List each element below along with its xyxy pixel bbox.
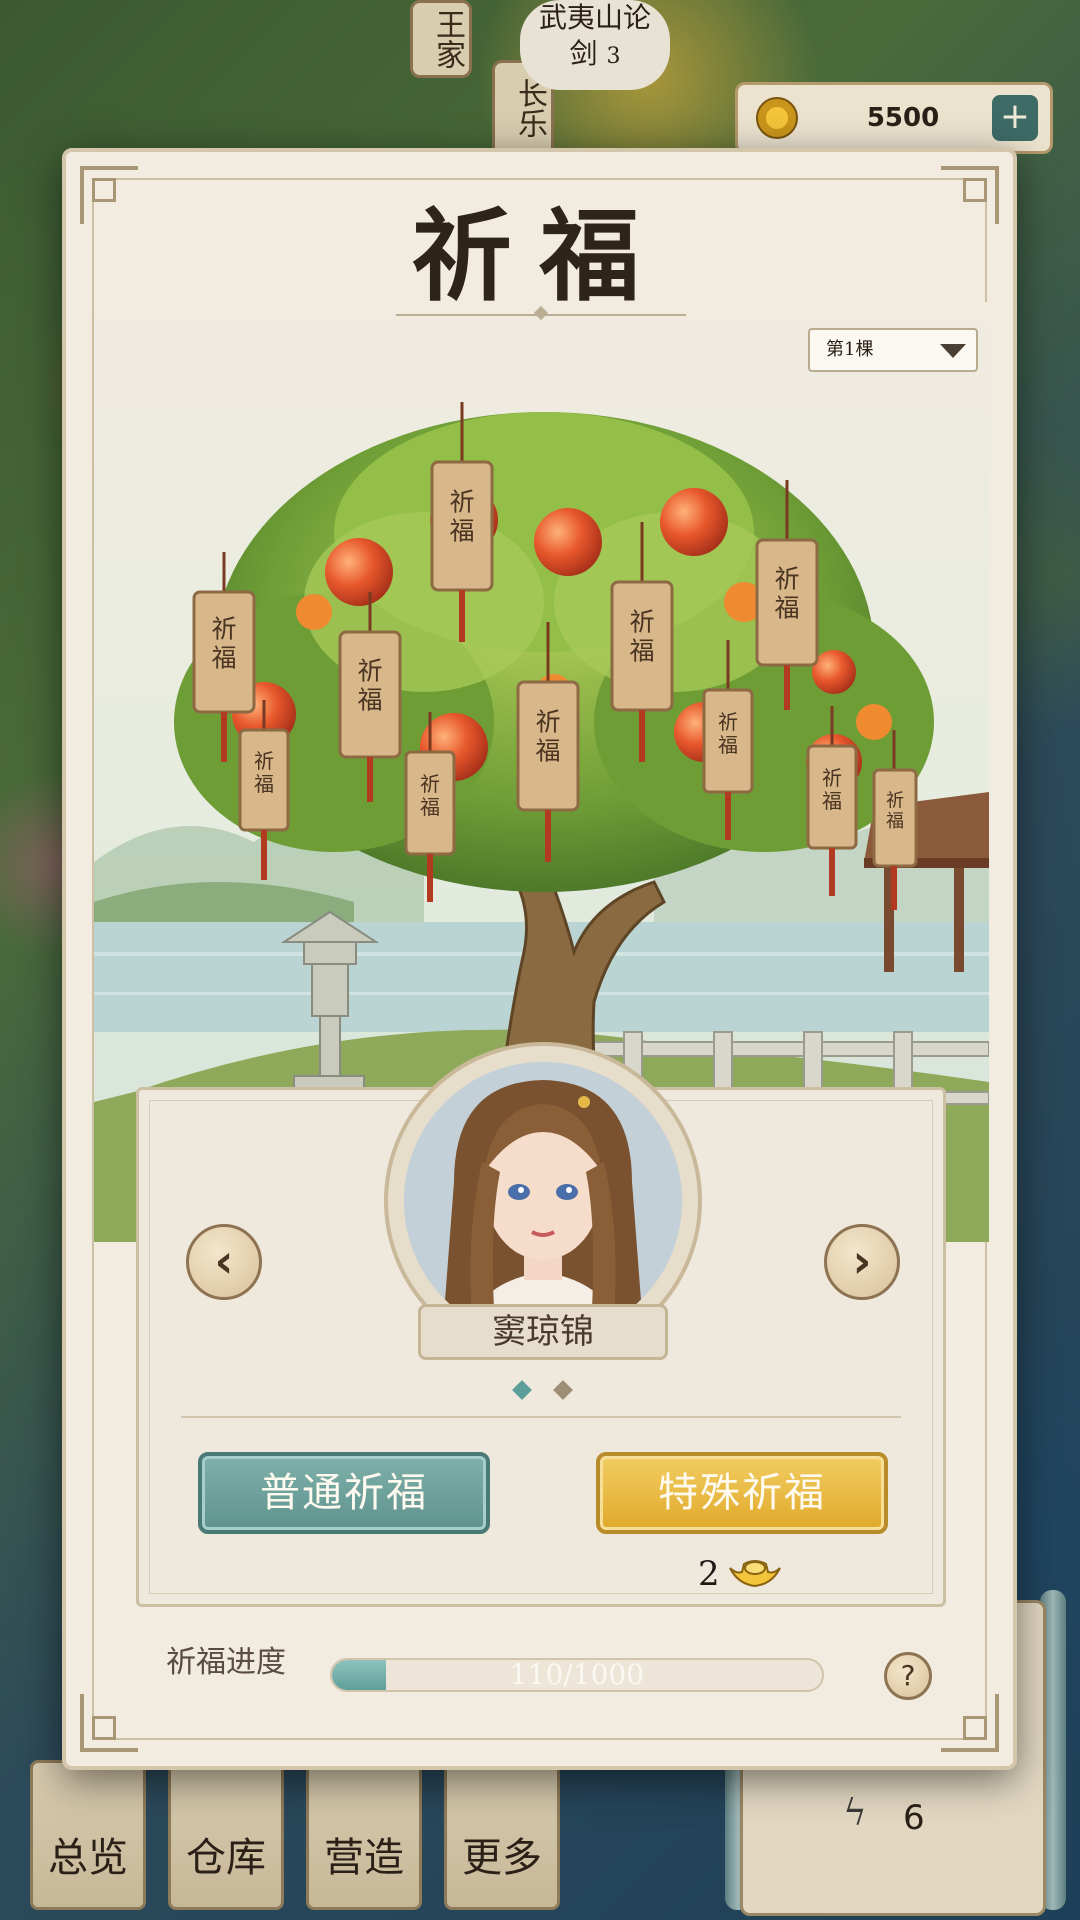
wish-tag-char: 祈	[254, 749, 274, 773]
help-button[interactable]: ?	[884, 1652, 932, 1700]
wish-tag-char: 祈	[449, 488, 474, 517]
previous-character-button[interactable]: ‹	[186, 1224, 262, 1300]
chevron-left-icon: ‹	[214, 1234, 234, 1288]
help-icon: ?	[900, 1659, 916, 1692]
wish-tag-char: 祈	[718, 710, 738, 734]
corner-ornament	[941, 1694, 999, 1752]
wish-tag-char: 祈	[774, 565, 799, 594]
tab-more[interactable]: 更多	[444, 1760, 560, 1910]
tab-warehouse[interactable]: 仓库	[168, 1760, 284, 1910]
energy-value: 6	[903, 1798, 925, 1838]
add-coins-button[interactable]: +	[992, 95, 1038, 141]
event-count: 3	[606, 44, 621, 69]
gold-ingot-icon	[729, 1560, 781, 1588]
coin-icon	[756, 97, 798, 139]
blessing-progress-bar: 110/1000	[330, 1658, 824, 1692]
wish-tag-char: 福	[535, 736, 560, 765]
event-title: 武夷山论	[538, 1, 651, 34]
wish-tag-char: 福	[718, 733, 738, 757]
special-blessing-button[interactable]: 特殊祈福	[596, 1452, 888, 1534]
progress-text: 110/1000	[509, 1658, 645, 1691]
map-plate-wangjia[interactable]: 王家	[410, 0, 472, 78]
normal-blessing-button[interactable]: 普通祈福	[198, 1452, 490, 1534]
wish-tag-char: 福	[449, 516, 474, 545]
tree-select-value: 第1棵	[826, 339, 874, 360]
wish-tag-char: 福	[886, 811, 904, 832]
special-blessing-cost: 2	[698, 1554, 720, 1594]
event-subtitle: 剑 3	[520, 36, 670, 75]
next-character-button[interactable]: ›	[824, 1224, 900, 1300]
card-divider	[181, 1416, 901, 1418]
corner-ornament	[80, 1694, 138, 1752]
blessing-dialog: 祈福 祈福 祈福 祈福 祈 福 祈 福 祈 福 祈 福 祈 福 祈 福 祈 福 …	[62, 148, 1017, 1770]
wish-tag-char: 福	[357, 685, 382, 714]
dropdown-caret-icon	[940, 344, 966, 358]
lightning-icon: ϟ	[843, 1793, 867, 1834]
wish-tag-char: 福	[774, 593, 799, 622]
tab-build[interactable]: 营造	[306, 1760, 422, 1910]
wish-tag-char: 福	[211, 643, 236, 672]
wish-tag-char: 祈	[357, 657, 382, 686]
wish-tag-char: 祈	[535, 708, 560, 737]
wish-tag-char: 祈	[886, 790, 904, 811]
character-name: 窦琼锦	[418, 1304, 668, 1360]
coin-counter: 5500 +	[735, 82, 1053, 154]
wish-tag-char: 福	[822, 789, 842, 813]
wish-tag-char: 祈	[420, 772, 440, 796]
dialog-title: 祈福	[411, 197, 668, 315]
map-event-label[interactable]: 武夷山论 剑 3	[520, 0, 670, 90]
wish-tag-char: 福	[420, 795, 440, 819]
wish-tag-char: 祈	[211, 615, 236, 644]
coin-amount: 5500	[866, 103, 940, 133]
wish-tag-char: 福	[629, 636, 654, 665]
character-portrait	[404, 1062, 682, 1340]
wish-tag-char: 福	[254, 772, 274, 796]
game-screen: 王家 长乐 武夷山论 剑 3 5500 + 总览 仓库 营造 更多 ϟ 6 祈 …	[0, 0, 1080, 1920]
chevron-right-icon: ›	[852, 1234, 872, 1288]
progress-label: 祈福进度	[166, 1645, 286, 1680]
wish-tag-char: 祈	[822, 766, 842, 790]
event-subtitle-text: 剑	[569, 37, 598, 70]
tree-select-dropdown[interactable]: 第1棵	[808, 328, 978, 372]
tab-overview[interactable]: 总览	[30, 1760, 146, 1910]
wish-tag-char: 祈	[629, 608, 654, 637]
